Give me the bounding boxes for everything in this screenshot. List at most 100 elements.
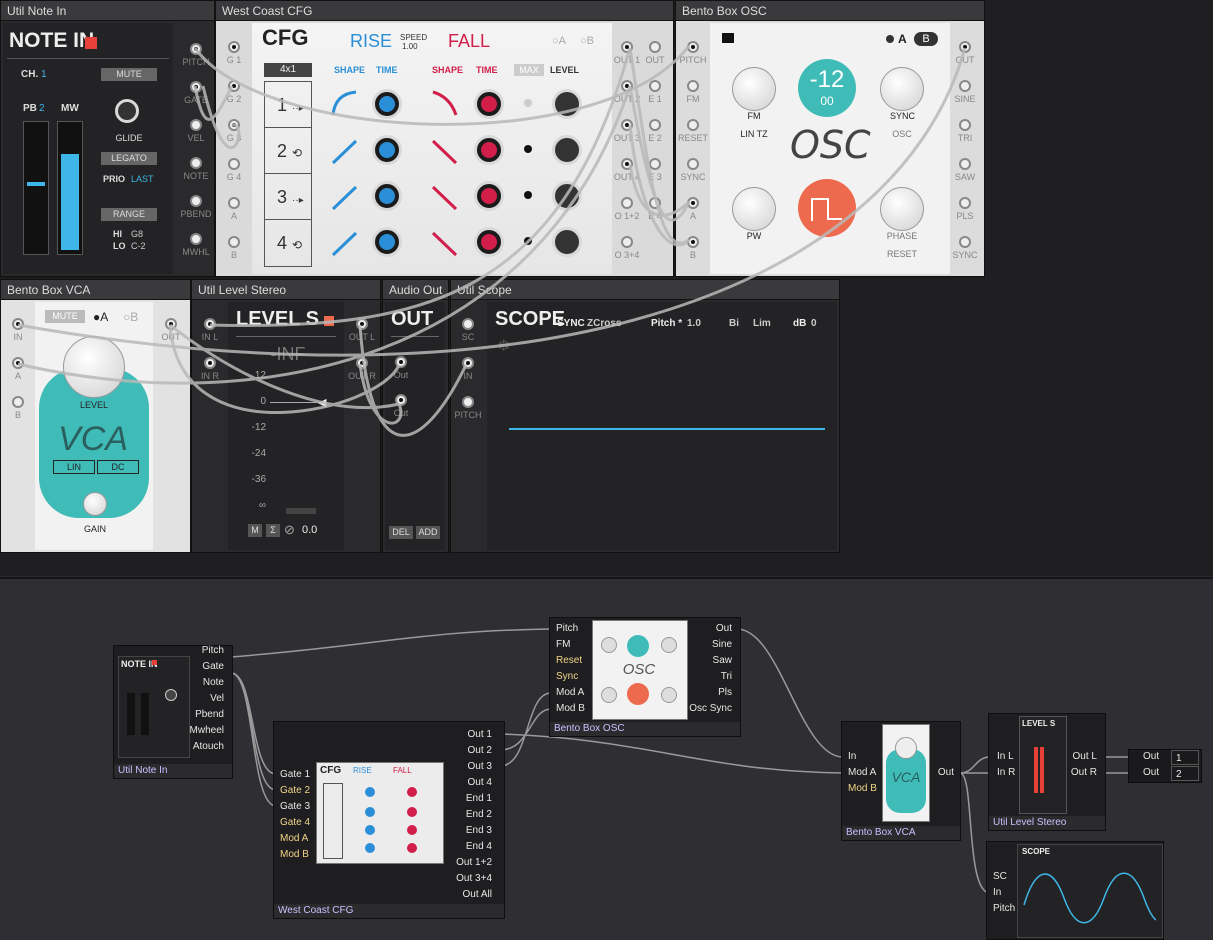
level-knob-2[interactable] xyxy=(552,135,582,165)
module-title[interactable]: Util Level Stereo xyxy=(192,280,380,300)
graph-node-util-scope[interactable]: SCOPE SC In Pitch xyxy=(986,841,1164,940)
audio-out-left-jack[interactable] xyxy=(395,356,407,368)
delete-channel-button[interactable]: DEL xyxy=(389,526,413,539)
bipolar-toggle[interactable]: Bi xyxy=(729,318,739,329)
stage-row[interactable]: 3 ··▸ xyxy=(265,174,311,220)
preset-a-toggle[interactable]: ●A xyxy=(93,310,108,324)
module-title[interactable]: Bento Box OSC xyxy=(676,1,984,21)
cfg-e2-jack[interactable] xyxy=(649,119,661,131)
note-in-gate-jack[interactable] xyxy=(190,81,202,93)
stage-row[interactable]: 4 ⟲ xyxy=(265,220,311,266)
pitch-value[interactable]: 1.0 xyxy=(687,318,701,329)
waveform-selector[interactable] xyxy=(798,179,856,237)
level-in-r-jack[interactable] xyxy=(204,357,216,369)
sync-mode[interactable]: ZCross xyxy=(587,318,621,329)
note-in-mwhl-jack[interactable] xyxy=(190,233,202,245)
cfg-e4-jack[interactable] xyxy=(649,197,661,209)
graph-node-audio-out[interactable]: Out Out 1 2 xyxy=(1128,749,1202,783)
record-indicator-icon[interactable] xyxy=(85,37,97,49)
pitchbend-value[interactable]: 2 xyxy=(39,103,45,114)
mono-button[interactable]: M xyxy=(248,524,262,537)
fall-shape-curves[interactable] xyxy=(430,89,460,269)
vca-a-jack[interactable] xyxy=(12,357,24,369)
level-knob-4[interactable] xyxy=(552,227,582,257)
level-knob-1[interactable] xyxy=(552,89,582,119)
channel-1[interactable]: 1 xyxy=(1171,750,1199,765)
osc-pls-jack[interactable] xyxy=(959,197,971,209)
cfg-g2-jack[interactable] xyxy=(228,80,240,92)
lin-button[interactable]: LIN xyxy=(53,460,95,474)
osc-sync-jack[interactable] xyxy=(687,158,699,170)
scope-in-jack[interactable] xyxy=(462,357,474,369)
preset-b-toggle[interactable]: ○B xyxy=(123,310,138,324)
cfg-out3-jack[interactable] xyxy=(621,119,633,131)
keyboard-icon[interactable] xyxy=(722,33,734,43)
cfg-out1-jack[interactable] xyxy=(621,41,633,53)
osc-b-jack[interactable] xyxy=(687,236,699,248)
level-out-l-jack[interactable] xyxy=(356,318,368,330)
module-title[interactable]: Bento Box VCA xyxy=(1,280,190,300)
fall-time-knob-2[interactable] xyxy=(474,135,504,165)
channel-2[interactable]: 2 xyxy=(1171,766,1199,781)
cfg-g3-jack[interactable] xyxy=(228,119,240,131)
dc-button[interactable]: DC xyxy=(97,460,139,474)
cfg-g1-jack[interactable] xyxy=(228,41,240,53)
level-in-l-jack[interactable] xyxy=(204,318,216,330)
stage-row[interactable]: 2 ⟲ xyxy=(265,128,311,174)
phase-invert-icon[interactable]: ⊘ xyxy=(284,522,295,538)
mute-button[interactable]: MUTE xyxy=(101,68,157,81)
level-value[interactable]: 0.0 xyxy=(302,524,317,536)
glide-knob[interactable] xyxy=(115,99,139,123)
freeze-icon[interactable]: ❄ xyxy=(497,336,510,356)
note-in-pbend-jack[interactable] xyxy=(190,195,202,207)
level-knob[interactable] xyxy=(63,336,125,398)
osc-out-jack[interactable] xyxy=(959,41,971,53)
module-title[interactable]: Audio Out xyxy=(383,280,448,300)
legato-button[interactable]: LEGATO xyxy=(101,152,157,165)
cfg-e3-jack[interactable] xyxy=(649,158,661,170)
sum-button[interactable]: Σ xyxy=(266,524,280,537)
osc-saw-jack[interactable] xyxy=(959,158,971,170)
cfg-out2-jack[interactable] xyxy=(621,80,633,92)
reset-label[interactable]: RESET xyxy=(880,249,924,259)
range-button[interactable]: RANGE xyxy=(101,208,157,221)
max-button[interactable]: MAX xyxy=(514,64,544,76)
gain-knob[interactable] xyxy=(83,492,107,516)
cfg-b-jack[interactable] xyxy=(228,236,240,248)
level-slider-handle-icon[interactable]: ◀ xyxy=(318,396,326,409)
cfg-out4-jack[interactable] xyxy=(621,158,633,170)
sync-knob[interactable] xyxy=(880,67,924,111)
patch-graph-view[interactable]: NOTE IN Pitch Gate Note Vel Pbend Mwheel… xyxy=(0,577,1213,940)
osc-sine-jack[interactable] xyxy=(959,80,971,92)
note-in-note-jack[interactable] xyxy=(190,157,202,169)
speed-value[interactable]: 1.00 xyxy=(402,42,418,51)
cfg-e1-jack[interactable] xyxy=(649,80,661,92)
fm-knob[interactable] xyxy=(732,67,776,111)
fall-time-knob-3[interactable] xyxy=(474,181,504,211)
note-in-vel-jack[interactable] xyxy=(190,119,202,131)
coarse-tune-display[interactable]: -12 00 xyxy=(798,59,856,117)
scope-sc-jack[interactable] xyxy=(462,318,474,330)
fall-time-knob-1[interactable] xyxy=(474,89,504,119)
limit-toggle[interactable]: Lim xyxy=(753,318,771,329)
lo-value[interactable]: C-2 xyxy=(131,241,146,251)
rise-shape-curves[interactable] xyxy=(330,89,360,269)
scope-pitch-jack[interactable] xyxy=(462,396,474,408)
cfg-o34-jack[interactable] xyxy=(621,236,633,248)
graph-node-west-coast-cfg[interactable]: CFG RISE FALL Gate 1 Gate 2 Gate 3 Gate … xyxy=(273,721,505,919)
module-title[interactable]: Util Scope xyxy=(451,280,839,300)
osc-fm-jack[interactable] xyxy=(687,80,699,92)
vca-b-jack[interactable] xyxy=(12,396,24,408)
mute-button[interactable]: MUTE xyxy=(45,310,85,323)
cfg-out-all-jack[interactable] xyxy=(649,41,661,53)
module-title[interactable]: West Coast CFG xyxy=(216,1,673,21)
graph-node-bento-box-osc[interactable]: OSC Pitch FM Reset Sync Mod A Mod B Out … xyxy=(549,617,741,737)
preset-b-toggle[interactable]: ○B xyxy=(580,35,594,47)
osc-reset-jack[interactable] xyxy=(687,119,699,131)
pitchbend-slider[interactable] xyxy=(23,121,49,255)
hi-value[interactable]: G8 xyxy=(131,229,143,239)
lin-tz-label[interactable]: LIN TZ xyxy=(732,129,776,139)
module-title[interactable]: Util Note In xyxy=(1,1,214,21)
rise-time-knob-2[interactable] xyxy=(372,135,402,165)
cfg-a-jack[interactable] xyxy=(228,197,240,209)
